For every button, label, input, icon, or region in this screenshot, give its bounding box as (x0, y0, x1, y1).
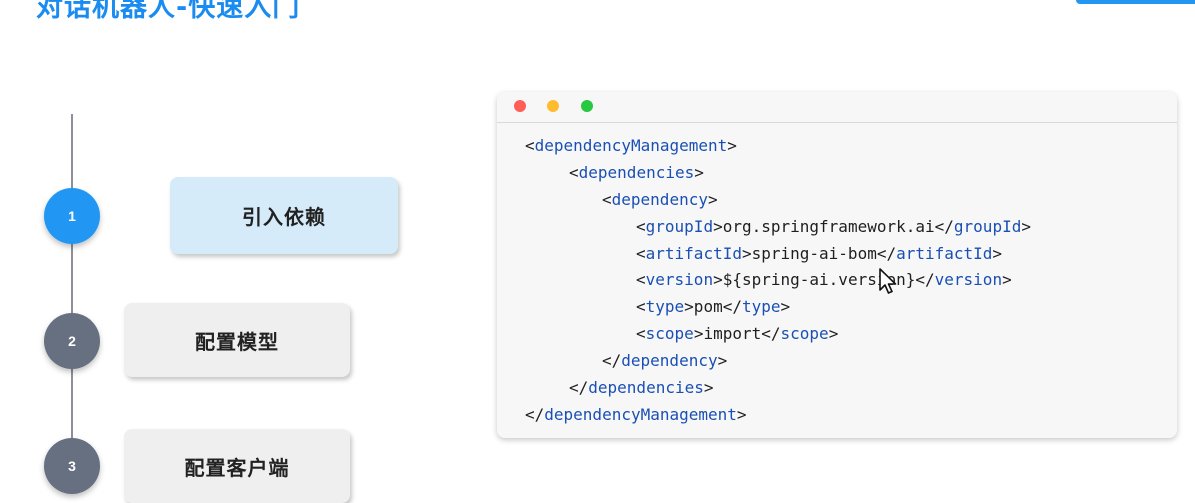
timeline-line (71, 114, 73, 493)
step-2-card[interactable]: 配置模型 (124, 303, 350, 377)
code-text: > (1021, 216, 1031, 236)
minimize-dot-icon[interactable] (547, 100, 559, 112)
step-3-number: 3 (68, 458, 76, 474)
code-block[interactable]: <dependencyManagement> <dependencies> <dep… (497, 133, 1177, 429)
step-3-number-circle[interactable]: 3 (44, 438, 100, 494)
code-text: >pom</ (684, 297, 742, 317)
step-1-number-circle[interactable]: 1 (44, 188, 100, 244)
step-3-card[interactable]: 配置客户端 (124, 429, 350, 503)
code-text: > (992, 243, 1003, 263)
code-tag-name: scope (780, 324, 829, 344)
code-text: < (636, 216, 646, 236)
code-text: </ (602, 351, 622, 371)
code-window-titlebar (497, 92, 1177, 123)
page-title: 对话机器人-快速入门 (36, 0, 301, 23)
code-text: >${spring-ai.version}</ (713, 270, 935, 290)
code-tag-name: dependencies (578, 162, 695, 182)
code-text: > (1002, 270, 1012, 290)
code-text: < (602, 189, 612, 209)
code-text: > (727, 136, 737, 155)
code-tag-name: groupId (953, 216, 1022, 236)
step-1-label: 引入依赖 (242, 205, 326, 229)
corner-tab[interactable] (1076, 0, 1195, 4)
code-text: < (636, 270, 646, 290)
close-dot-icon[interactable] (514, 100, 526, 112)
step-2-number-circle[interactable]: 2 (44, 313, 100, 369)
code-line: <dependencyManagement> (497, 133, 1177, 160)
step-1-number: 1 (68, 208, 76, 224)
code-tag-name: type (645, 297, 685, 317)
code-tag-name: dependency (611, 189, 708, 209)
code-text: < (569, 162, 579, 182)
code-tag-name: dependencyManagement (534, 136, 728, 155)
step-2-label: 配置模型 (195, 329, 279, 354)
step-2-number: 2 (68, 333, 76, 349)
code-tag-name: artifactId (645, 243, 742, 263)
code-line: </dependency> (497, 348, 1177, 375)
step-3-label: 配置客户端 (184, 455, 290, 480)
code-line: <artifactId>spring-ai-bom</artifactId> (497, 241, 1177, 268)
code-text: < (525, 136, 535, 155)
maximize-dot-icon[interactable] (581, 100, 593, 112)
code-tag-name: dependency (621, 351, 718, 371)
code-text: > (780, 297, 791, 317)
code-tag-name: artifactId (896, 243, 993, 263)
code-tag-name: version (934, 270, 1003, 290)
code-text: < (636, 243, 646, 263)
code-tag-name: type (741, 297, 781, 317)
code-text: < (636, 297, 646, 317)
code-tag-name: version (645, 270, 714, 290)
code-text: > (828, 324, 839, 344)
code-line: </dependencies> (497, 375, 1177, 402)
code-tag-name: dependencyManagement (544, 404, 737, 424)
code-line: <groupId>org.springframework.ai</groupId… (497, 214, 1177, 241)
code-text: > (717, 351, 728, 371)
code-line: <dependency> (497, 187, 1177, 214)
code-text: > (707, 189, 718, 209)
code-text: > (694, 162, 704, 182)
code-line: <type>pom</type> (497, 294, 1177, 321)
code-line: <version>${spring-ai.version}</version> (497, 267, 1177, 294)
code-line: <scope>import</scope> (497, 321, 1177, 348)
code-text: >spring-ai-bom</ (741, 243, 897, 263)
code-line: </dependencyManagement> (497, 402, 1177, 429)
code-text: >import</ (693, 324, 781, 344)
code-text: > (736, 404, 747, 424)
code-text: </ (525, 404, 545, 424)
code-window: <dependencyManagement> <dependencies> <dep… (497, 92, 1177, 438)
code-tag-name: dependencies (588, 378, 704, 398)
code-text: >org.springframework.ai</ (713, 216, 954, 236)
code-text: > (703, 378, 714, 398)
code-text: </ (569, 378, 589, 398)
code-tag-name: groupId (645, 216, 714, 236)
code-tag-name: scope (645, 324, 694, 344)
code-line: <dependencies> (497, 160, 1177, 187)
step-1-card[interactable]: 引入依赖 (170, 177, 398, 254)
mouse-pointer-icon (879, 268, 897, 294)
code-text: < (636, 324, 646, 344)
